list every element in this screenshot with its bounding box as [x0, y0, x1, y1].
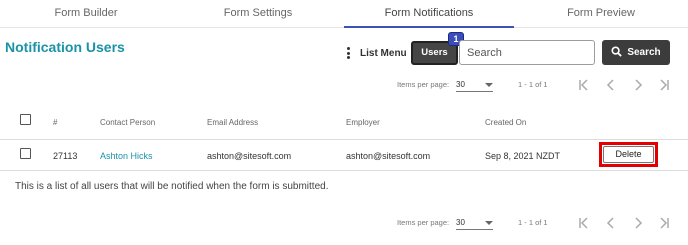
paginator-bottom: Items per page: 30 1 - 1 of 1	[0, 215, 688, 231]
next-page-icon[interactable]	[630, 215, 646, 231]
tab-form-preview[interactable]: Form Preview	[514, 0, 688, 28]
items-per-page-select[interactable]: 30	[456, 78, 493, 92]
table-row: 27113 Ashton Hicks ashton@sitesoft.com a…	[0, 140, 688, 171]
last-page-icon[interactable]	[656, 215, 672, 231]
column-header-contact-person: Contact Person	[100, 118, 156, 127]
items-per-page-select[interactable]: 30	[456, 216, 493, 230]
row-employer: ashton@sitesoft.com	[346, 151, 431, 161]
tab-form-builder[interactable]: Form Builder	[0, 0, 172, 28]
search-button[interactable]: Search	[602, 40, 670, 65]
first-page-icon[interactable]	[576, 215, 592, 231]
items-per-page-value: 30	[456, 218, 465, 227]
previous-page-icon[interactable]	[603, 215, 619, 231]
previous-page-icon[interactable]	[603, 77, 619, 93]
row-created-on: Sep 8, 2021 NZDT	[485, 151, 561, 161]
table-header: # Contact Person Email Address Employer …	[0, 106, 688, 140]
page-title: Notification Users	[5, 39, 125, 55]
dropdown-caret-icon	[485, 83, 493, 87]
list-menu-label: List Menu	[360, 47, 407, 59]
row-id: 27113	[53, 151, 78, 161]
first-page-icon[interactable]	[576, 77, 592, 93]
column-header-number: #	[53, 118, 58, 127]
search-input[interactable]	[459, 40, 595, 65]
list-menu-button[interactable]: List Menu	[345, 45, 407, 61]
column-header-email-address: Email Address	[207, 118, 259, 127]
items-per-page-value: 30	[456, 80, 465, 89]
column-header-employer: Employer	[346, 118, 380, 127]
search-icon	[611, 45, 623, 60]
items-per-page-label: Items per page:	[397, 218, 450, 227]
footer-note: This is a list of all users that will be…	[15, 181, 329, 192]
dropdown-caret-icon	[485, 221, 493, 225]
tab-form-notifications[interactable]: Form Notifications	[344, 0, 514, 28]
next-page-icon[interactable]	[630, 77, 646, 93]
paginator-top: Items per page: 30 1 - 1 of 1	[0, 77, 688, 93]
row-checkbox[interactable]	[20, 148, 31, 159]
page-range-label: 1 - 1 of 1	[518, 80, 548, 89]
column-header-created-on: Created On	[485, 118, 527, 127]
contact-person-link[interactable]: Ashton Hicks	[100, 151, 153, 161]
row-email: ashton@sitesoft.com	[207, 151, 292, 161]
kebab-menu-icon	[345, 47, 353, 59]
tab-bar: Form Builder Form Settings Form Notifica…	[0, 0, 688, 28]
delete-button[interactable]: Delete	[603, 146, 654, 163]
page-range-label: 1 - 1 of 1	[518, 218, 548, 227]
search-button-label: Search	[627, 47, 661, 58]
last-page-icon[interactable]	[656, 77, 672, 93]
delete-highlight: Delete	[599, 142, 658, 167]
tab-form-settings[interactable]: Form Settings	[172, 0, 344, 28]
items-per-page-label: Items per page:	[397, 80, 450, 89]
select-all-checkbox[interactable]	[20, 114, 31, 125]
